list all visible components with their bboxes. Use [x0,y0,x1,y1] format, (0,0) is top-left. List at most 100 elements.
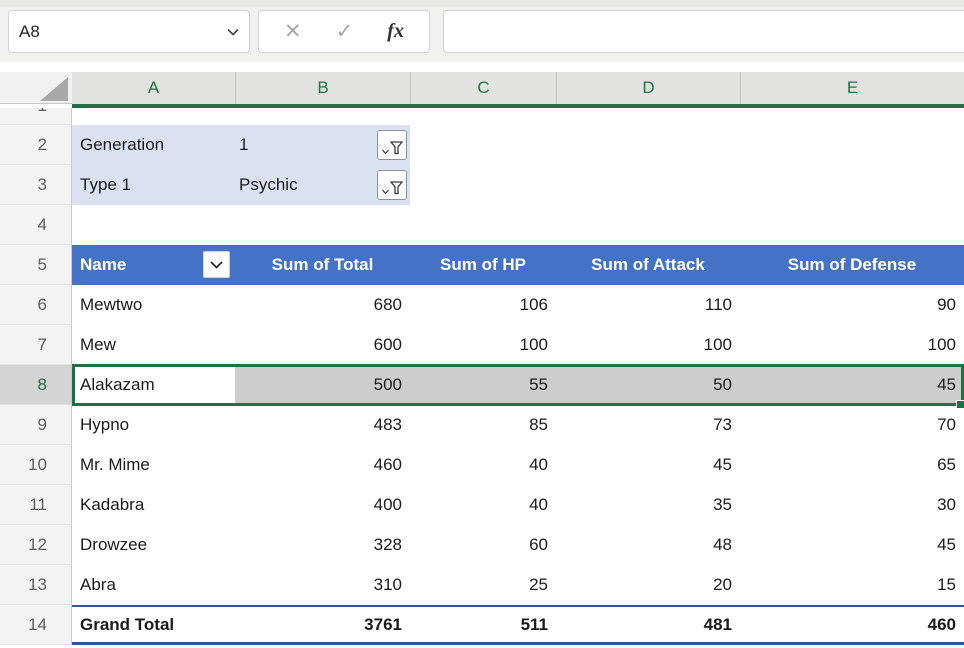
row-number-4[interactable]: 4 [0,205,72,245]
cell[interactable] [72,108,235,125]
cell-attack[interactable]: 73 [556,405,740,445]
row-number-3[interactable]: 3 [0,165,72,205]
cancel-icon[interactable]: ✕ [284,21,302,42]
cell[interactable] [740,108,964,125]
row-number-12[interactable]: 12 [0,525,72,565]
cell-attack[interactable]: 45 [556,445,740,485]
cell[interactable] [410,205,556,245]
cell-name[interactable]: Abra [72,565,235,605]
row-number-5[interactable]: 5 [0,245,72,285]
active-cell-a8[interactable]: Alakazam [72,365,235,405]
cell-hp[interactable]: 55 [410,365,556,405]
cell-total[interactable]: 460 [235,445,410,485]
cell-defense[interactable]: 15 [740,565,964,605]
cell-defense[interactable]: 90 [740,285,964,325]
cell[interactable] [556,108,740,125]
cell-hp[interactable]: 40 [410,485,556,525]
cell-defense[interactable]: 30 [740,485,964,525]
formula-input[interactable] [443,10,964,53]
cell-name[interactable]: Mewtwo [72,285,235,325]
column-header-a[interactable]: A [72,72,235,104]
name-filter-dropdown-button[interactable] [203,251,230,278]
cell-hp[interactable]: 25 [410,565,556,605]
column-header-d[interactable]: D [556,72,740,104]
pivot-header-sum-of-hp[interactable]: Sum of HP [410,245,556,285]
filter-label-generation[interactable]: Generation [72,125,235,165]
confirm-icon[interactable]: ✓ [336,21,354,42]
cell-name[interactable]: Mew [72,325,235,365]
cell[interactable] [410,108,556,125]
cell-total[interactable]: 680 [235,285,410,325]
cell[interactable] [740,125,964,165]
row-number-6[interactable]: 6 [0,285,72,325]
filter-label-type1[interactable]: Type 1 [72,165,235,205]
column-header-e[interactable]: E [740,72,964,104]
cell-hp[interactable]: 100 [410,325,556,365]
filter-value-type1[interactable]: Psychic [235,165,410,205]
cell-name[interactable]: Kadabra [72,485,235,525]
cell-defense[interactable]: 65 [740,445,964,485]
cell-total[interactable]: 600 [235,325,410,365]
row-number-8[interactable]: 8 [0,365,72,405]
cell-attack[interactable]: 50 [556,365,740,405]
cell-name[interactable]: Hypno [72,405,235,445]
pivot-header-name[interactable]: Name [72,245,235,285]
grand-total-row: 14 Grand Total 3761 511 481 460 [0,605,964,645]
row-number-11[interactable]: 11 [0,485,72,525]
row-number-1[interactable]: 1 [0,108,72,125]
generation-filter-dropdown-button[interactable] [377,130,407,160]
row-number-10[interactable]: 10 [0,445,72,485]
row-number-14[interactable]: 14 [0,605,72,645]
filter-value-generation[interactable]: 1 [235,125,410,165]
cell[interactable] [740,205,964,245]
cell-total[interactable]: 328 [235,525,410,565]
cell[interactable] [410,125,556,165]
cell-name[interactable]: Mr. Mime [72,445,235,485]
column-header-c[interactable]: C [410,72,556,104]
cell[interactable] [556,165,740,205]
cell-hp[interactable]: 85 [410,405,556,445]
cell[interactable] [556,125,740,165]
row-number-13[interactable]: 13 [0,565,72,605]
grand-total-total[interactable]: 3761 [235,605,410,645]
cell-total[interactable]: 400 [235,485,410,525]
cell-total[interactable]: 310 [235,565,410,605]
cell-defense[interactable]: 45 [740,365,964,405]
pivot-header-sum-of-attack[interactable]: Sum of Attack [556,245,740,285]
pivot-header-sum-of-total[interactable]: Sum of Total [235,245,410,285]
insert-function-icon[interactable]: fx [387,20,404,43]
chevron-down-icon[interactable] [227,28,239,36]
row-number-9[interactable]: 9 [0,405,72,445]
cell[interactable] [556,205,740,245]
cell-total[interactable]: 483 [235,405,410,445]
grand-total-defense[interactable]: 460 [740,605,964,645]
cell[interactable] [410,165,556,205]
select-all-corner[interactable] [0,72,72,104]
cell-defense[interactable]: 70 [740,405,964,445]
row-number-2[interactable]: 2 [0,125,72,165]
pivot-header-sum-of-defense[interactable]: Sum of Defense [740,245,964,285]
cell-attack[interactable]: 35 [556,485,740,525]
grand-total-attack[interactable]: 481 [556,605,740,645]
cell-attack[interactable]: 100 [556,325,740,365]
cell-defense[interactable]: 45 [740,525,964,565]
cell[interactable] [740,165,964,205]
grand-total-hp[interactable]: 511 [410,605,556,645]
grand-total-label[interactable]: Grand Total [72,605,235,645]
cell-total[interactable]: 500 [235,365,410,405]
cell-hp[interactable]: 60 [410,525,556,565]
row-number-7[interactable]: 7 [0,325,72,365]
column-header-b[interactable]: B [235,72,410,104]
type1-filter-dropdown-button[interactable] [377,170,407,200]
cell-name[interactable]: Drowzee [72,525,235,565]
cell-attack[interactable]: 48 [556,525,740,565]
cell[interactable] [235,108,410,125]
cell-hp[interactable]: 40 [410,445,556,485]
cell-attack[interactable]: 20 [556,565,740,605]
name-box[interactable]: A8 [8,10,250,53]
cell-defense[interactable]: 100 [740,325,964,365]
cell[interactable] [235,205,410,245]
cell-hp[interactable]: 106 [410,285,556,325]
cell-attack[interactable]: 110 [556,285,740,325]
cell[interactable] [72,205,235,245]
